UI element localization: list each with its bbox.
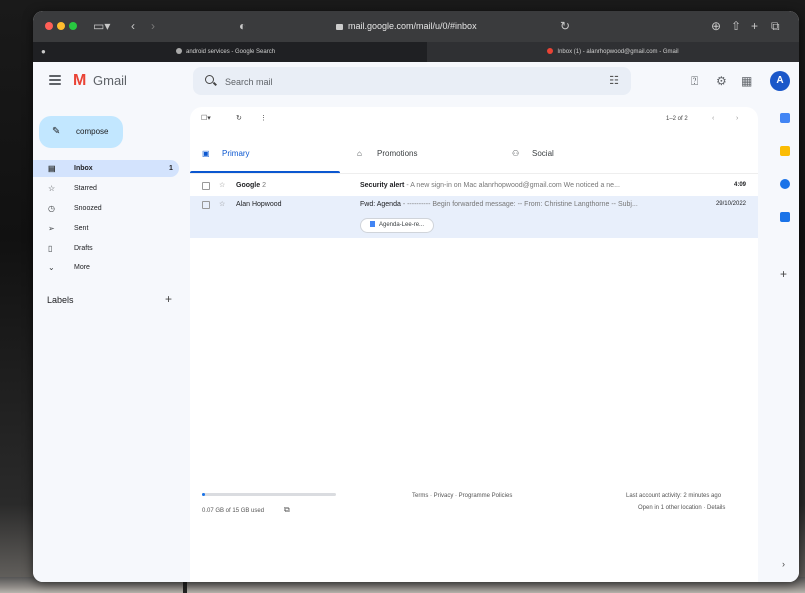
older-page-icon[interactable]: ›: [736, 113, 738, 125]
address-bar[interactable]: mail.google.com/mail/u/0/#inbox: [336, 18, 477, 34]
hide-side-panel-icon[interactable]: ›: [782, 559, 785, 569]
tab-promotions[interactable]: ⌂ Promotions: [345, 135, 495, 173]
select-all-checkbox-icon[interactable]: ☐▾: [201, 113, 211, 125]
storage-usage-bar: [202, 493, 336, 496]
thread-count: 2: [262, 182, 266, 189]
browser-tab-bar: ● android services - Google Search Inbox…: [33, 42, 799, 62]
share-icon[interactable]: ⇧: [731, 18, 741, 34]
mail-list-panel: ☐▾ ↻ ⋮ 1–2 of 2 ‹ › ▣ Primary ⌂ Promotio…: [190, 107, 758, 582]
browser-window: ▭▾ ‹ › ◐ mail.google.com/mail/u/0/#inbox…: [33, 11, 799, 582]
storage-text: 0.07 GB of 15 GB used: [202, 508, 265, 514]
add-addon-plus-icon[interactable]: +: [780, 268, 787, 280]
row-checkbox[interactable]: [202, 182, 210, 190]
support-icon[interactable]: ⍰: [691, 74, 698, 88]
people-icon: ⚇: [512, 149, 520, 158]
open-storage-icon[interactable]: ⧉: [284, 505, 290, 515]
apps-grid-icon[interactable]: ▦: [741, 74, 752, 88]
email-row[interactable]: ☆ Google 2 Security alert - A new sign-i…: [190, 177, 758, 195]
compose-button[interactable]: ✎ compose: [39, 116, 123, 148]
browser-titlebar: ▭▾ ‹ › ◐ mail.google.com/mail/u/0/#inbox…: [33, 11, 799, 42]
document-icon: [370, 221, 375, 228]
downloads-icon[interactable]: ⊕: [711, 18, 721, 34]
search-icon[interactable]: [205, 75, 214, 84]
activity-details-link[interactable]: Open in 1 other location · Details: [638, 503, 725, 513]
pencil-icon: ✎: [52, 126, 61, 137]
pagination-text: 1–2 of 2: [666, 116, 688, 122]
tag-icon: ⌂: [357, 149, 362, 158]
settings-gear-icon[interactable]: ⚙: [716, 74, 727, 88]
sidebar-toggle-icon[interactable]: ▭▾: [93, 18, 110, 34]
email-sender: Google: [236, 182, 261, 189]
gmail-favicon-icon: [547, 48, 554, 55]
lock-icon: [336, 23, 343, 30]
main-menu-icon[interactable]: [49, 75, 61, 85]
sidebar-item-snoozed[interactable]: ◷ Snoozed: [33, 200, 179, 217]
newer-page-icon[interactable]: ‹: [712, 113, 714, 125]
url-text: mail.google.com/mail/u/0/#inbox: [348, 21, 477, 31]
tab-social[interactable]: ⚇ Social: [500, 135, 650, 173]
reload-icon[interactable]: ↻: [560, 18, 570, 34]
contacts-icon[interactable]: [780, 212, 790, 222]
inbox-unread-count: 1: [169, 165, 173, 172]
email-subject: Fwd: Agenda: [360, 201, 401, 208]
gmail-app: M Gmail ☷ ⍰ ⚙ ▦ A ✎ compose ▤ Inbox 1 ☆ …: [33, 62, 799, 582]
google-favicon-icon: [176, 48, 182, 55]
email-snippet: - A new sign-in on Mac alanrhopwood@gmai…: [406, 182, 620, 189]
tab-primary[interactable]: ▣ Primary: [190, 135, 340, 173]
row-checkbox[interactable]: [202, 201, 210, 209]
send-icon: ➢: [48, 224, 55, 233]
tab-overview-icon[interactable]: ⧉: [771, 18, 780, 34]
search-options-icon[interactable]: ☷: [609, 74, 619, 88]
storage-usage-fill: [202, 493, 205, 496]
tasks-icon[interactable]: [780, 179, 790, 189]
sidebar-item-inbox[interactable]: ▤ Inbox 1: [33, 160, 179, 177]
gmail-logo-icon[interactable]: M: [73, 72, 86, 90]
compose-label: compose: [76, 127, 109, 136]
sidebar-item-sent[interactable]: ➢ Sent: [33, 220, 179, 237]
email-row[interactable]: ☆ Alan Hopwood Fwd: Agenda - ---------- …: [190, 196, 758, 238]
email-date: 4:09: [733, 182, 746, 188]
search-bar[interactable]: ☷: [193, 67, 631, 95]
calendar-icon[interactable]: [780, 113, 790, 123]
zoom-window-button[interactable]: [69, 22, 77, 30]
browser-tab-search[interactable]: android services - Google Search: [176, 42, 426, 62]
star-icon[interactable]: ☆: [219, 196, 225, 213]
footer-links[interactable]: Terms · Privacy · Programme Policies: [412, 491, 512, 501]
star-icon: ☆: [48, 184, 56, 193]
email-snippet: - ---------- Begin forwarded message: --…: [402, 201, 638, 208]
email-date: 29/10/2022: [715, 201, 746, 207]
inbox-tab-icon: ▣: [202, 149, 210, 158]
draft-file-icon: ▯: [48, 244, 53, 253]
labels-heading: Labels: [47, 295, 74, 305]
clock-icon: ◷: [48, 204, 55, 213]
more-actions-icon[interactable]: ⋮: [260, 113, 267, 125]
sidebar-item-drafts[interactable]: ▯ Drafts: [33, 240, 179, 257]
privacy-shield-icon[interactable]: ◐: [239, 18, 246, 34]
keep-icon[interactable]: [780, 146, 790, 156]
gmail-header: M Gmail ☷ ⍰ ⚙ ▦ A: [33, 62, 799, 100]
star-icon[interactable]: ☆: [219, 177, 225, 194]
inbox-icon: ▤: [48, 164, 56, 173]
category-tabs: ▣ Primary ⌂ Promotions ⚇ Social: [190, 135, 758, 174]
forward-arrow-icon[interactable]: ›: [151, 18, 155, 34]
refresh-icon[interactable]: ↻: [236, 113, 242, 125]
email-subject: Security alert: [360, 182, 405, 189]
attachment-chip[interactable]: Agenda-Lee-re...: [360, 218, 435, 233]
email-sender: Alan Hopwood: [236, 201, 282, 208]
tab-group-icon[interactable]: ●: [41, 44, 46, 60]
back-arrow-icon[interactable]: ‹: [131, 18, 135, 34]
create-label-plus-icon[interactable]: +: [165, 293, 172, 305]
gmail-logo-text: Gmail: [93, 73, 127, 88]
browser-tab-gmail[interactable]: Inbox (1) - alanrhopwood@gmail.com - Gma…: [427, 42, 799, 62]
chevron-down-icon: ⌄: [48, 263, 55, 272]
account-avatar[interactable]: A: [770, 71, 790, 91]
last-activity-text: Last account activity: 2 minutes ago: [626, 493, 722, 499]
sidebar-item-starred[interactable]: ☆ Starred: [33, 180, 179, 197]
sidebar-item-more[interactable]: ⌄ More: [33, 259, 179, 276]
new-tab-icon[interactable]: +: [751, 18, 758, 34]
close-window-button[interactable]: [45, 22, 53, 30]
minimize-window-button[interactable]: [57, 22, 65, 30]
search-input[interactable]: [223, 73, 577, 91]
